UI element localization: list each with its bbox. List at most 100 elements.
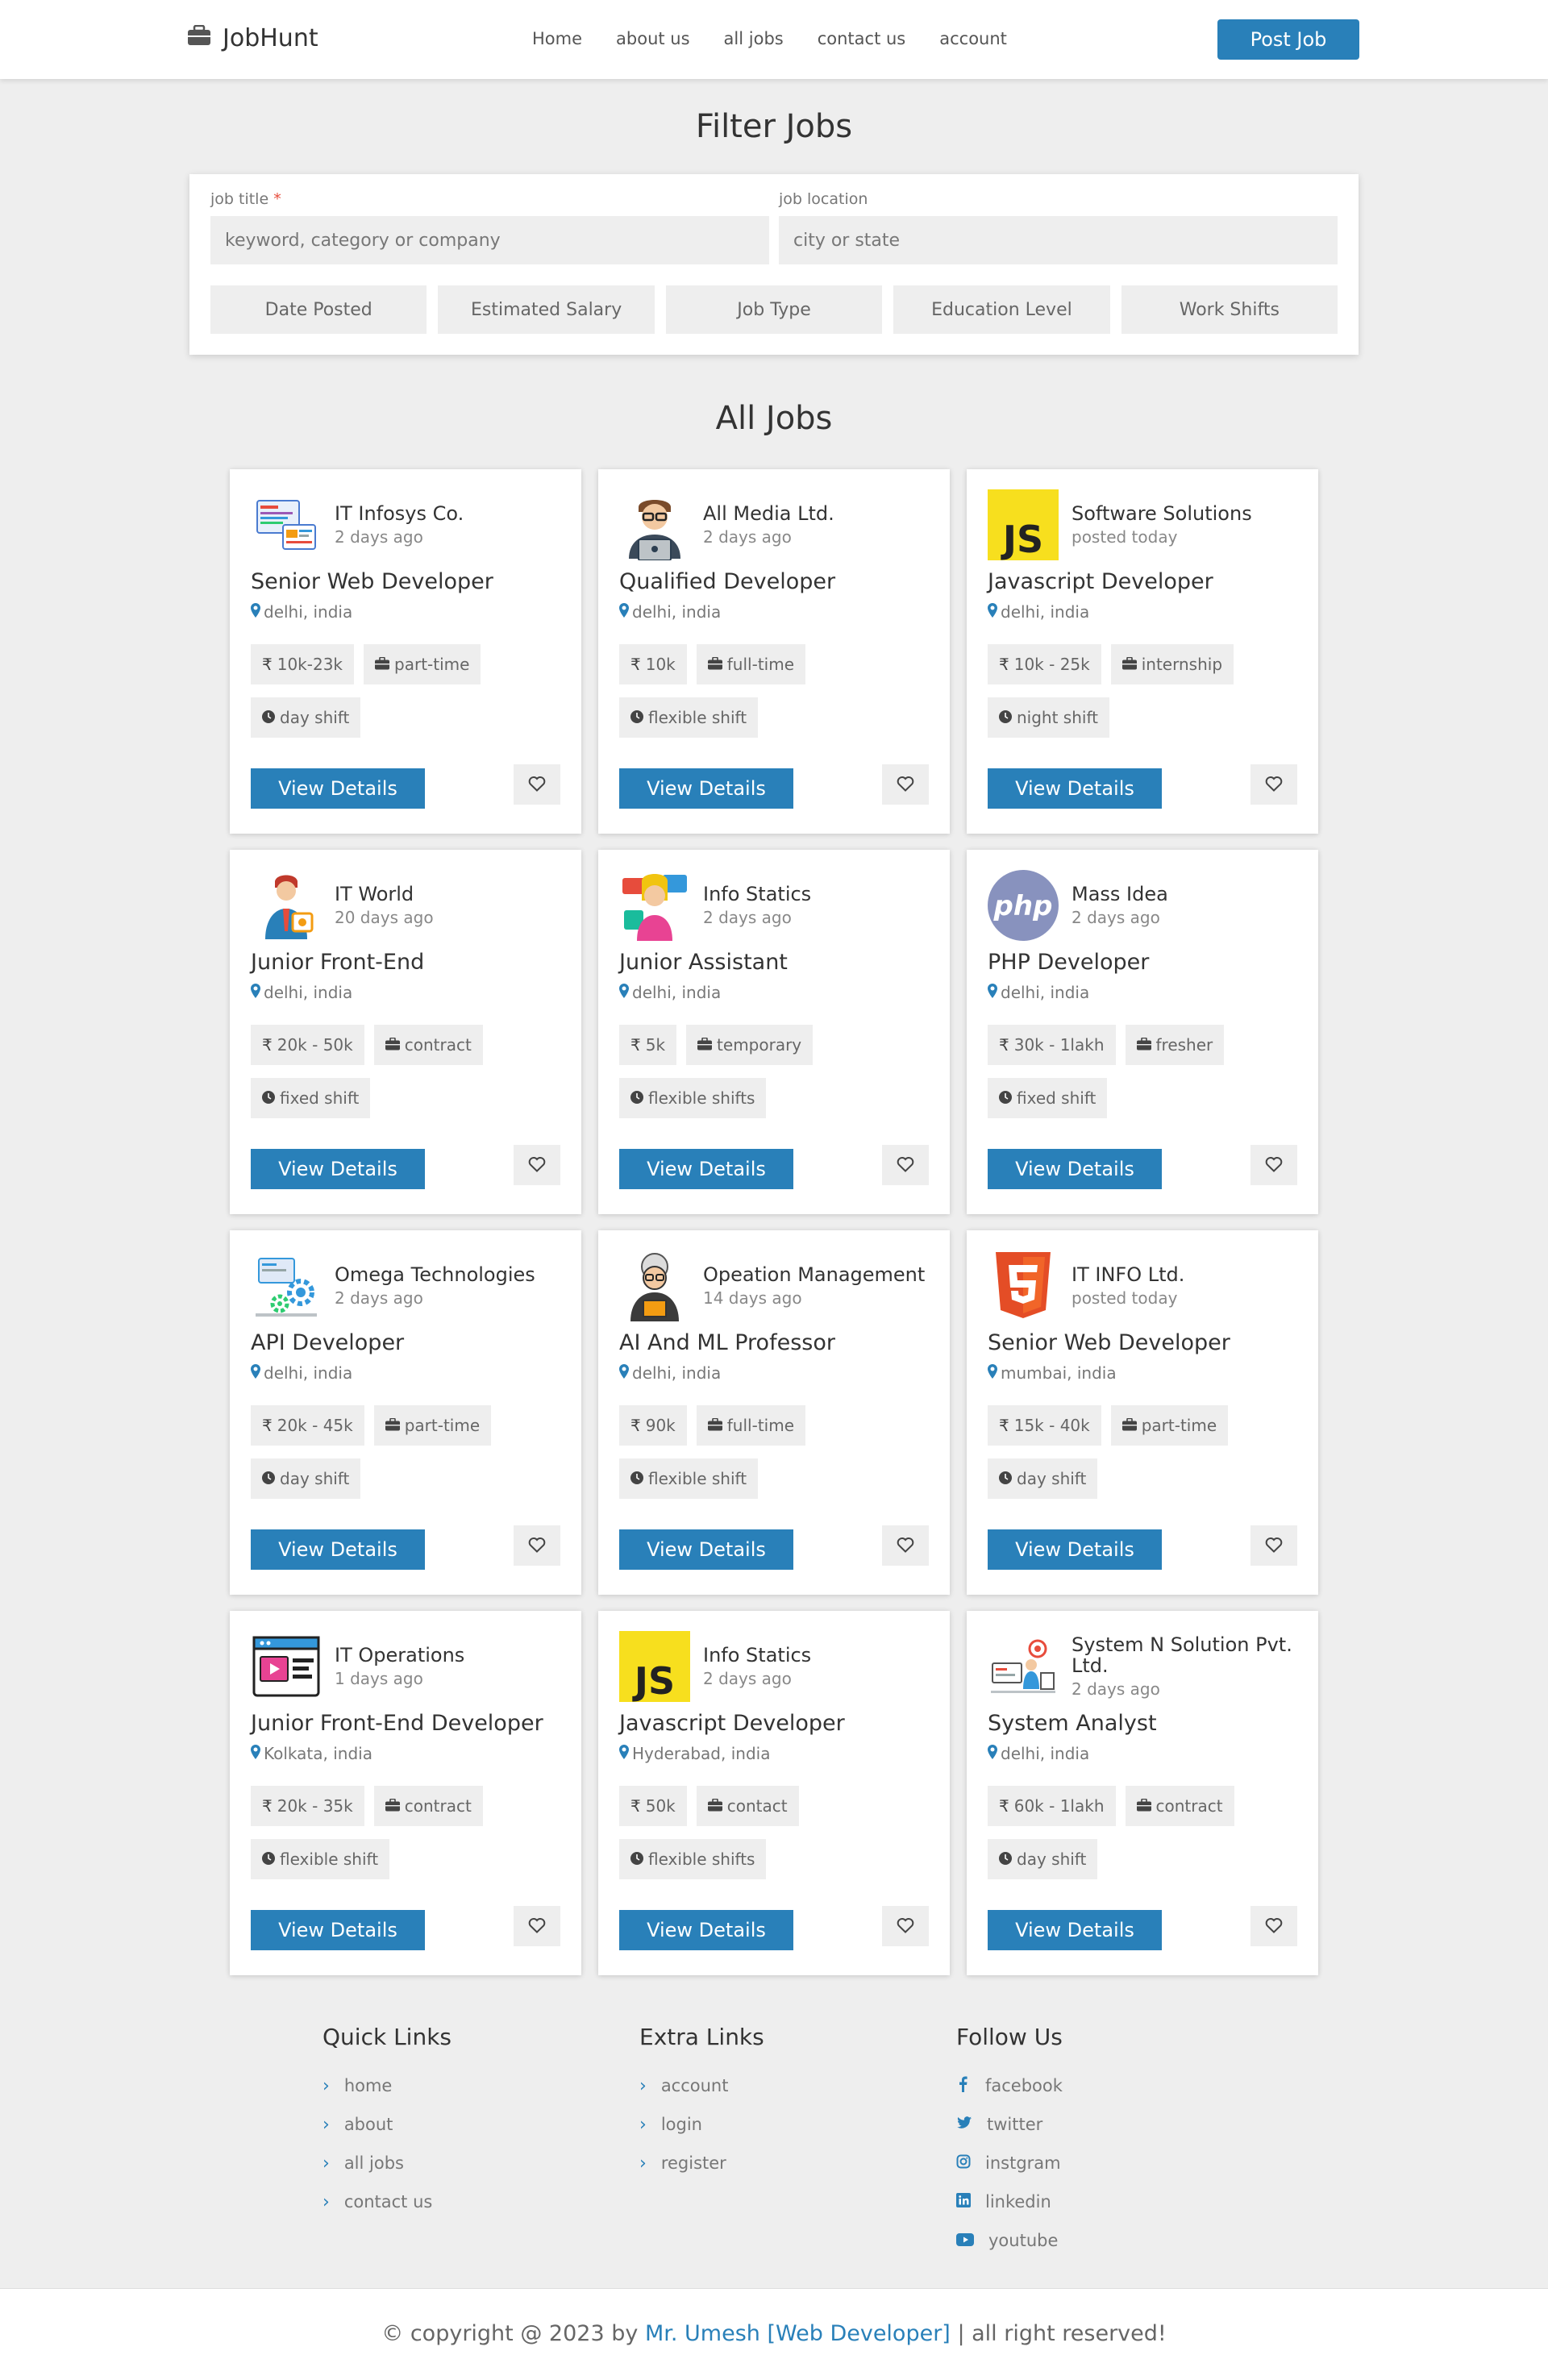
- footer-link-twitter[interactable]: twitter: [956, 2105, 1273, 2144]
- filter-date-posted[interactable]: Date Posted: [210, 285, 427, 334]
- view-details-button[interactable]: View Details: [619, 1529, 793, 1570]
- view-details-button[interactable]: View Details: [988, 1910, 1162, 1950]
- footer-follow-us: Follow Us facebook twitter instgram link…: [956, 2024, 1273, 2260]
- analyst-illustration-icon: [988, 1631, 1059, 1702]
- footer-link-register[interactable]: › register: [639, 2144, 956, 2182]
- save-job-button[interactable]: [882, 1906, 929, 1946]
- salary-tag: ₹15k - 40k: [988, 1405, 1101, 1446]
- save-job-button[interactable]: [882, 764, 929, 805]
- save-job-button[interactable]: [1250, 764, 1297, 805]
- footer-link-linkedin[interactable]: linkedin: [956, 2182, 1273, 2221]
- view-details-button[interactable]: View Details: [988, 768, 1162, 809]
- filter-job-type[interactable]: Job Type: [665, 285, 883, 334]
- job-tags: ₹5k temporary flexible shifts: [619, 1025, 893, 1118]
- site-logo[interactable]: JobHunt: [187, 24, 318, 52]
- job-type-tag: contract: [1125, 1786, 1234, 1826]
- view-details-button[interactable]: View Details: [251, 1149, 425, 1189]
- map-pin-icon: [251, 1744, 260, 1763]
- salary-tag: ₹10k-23k: [251, 644, 355, 684]
- filter-work-shifts[interactable]: Work Shifts: [1121, 285, 1338, 334]
- job-type-tag: fresher: [1125, 1025, 1225, 1065]
- shift-tag: day shift: [251, 697, 361, 738]
- nav-about[interactable]: about us: [616, 29, 690, 48]
- save-job-button[interactable]: [1250, 1906, 1297, 1946]
- view-details-button[interactable]: View Details: [619, 768, 793, 809]
- job-card-header: IT World 20 days ago: [251, 869, 560, 942]
- save-job-button[interactable]: [514, 764, 560, 805]
- job-tags: ₹15k - 40k part-time day shift: [988, 1405, 1262, 1499]
- footer-link-youtube[interactable]: youtube: [956, 2221, 1273, 2260]
- job-title: Senior Web Developer: [251, 569, 493, 594]
- posted-date: 2 days ago: [703, 1669, 792, 1689]
- programmer-avatar-icon: [619, 489, 690, 560]
- footer-link-facebook[interactable]: facebook: [956, 2066, 1273, 2105]
- save-job-button[interactable]: [882, 1145, 929, 1185]
- view-details-button[interactable]: View Details: [251, 1529, 425, 1570]
- jobs-grid: IT Infosys Co. 2 days ago Senior Web Devel…: [230, 469, 1318, 1975]
- nav-contact[interactable]: contact us: [818, 29, 906, 48]
- view-details-button[interactable]: View Details: [619, 1149, 793, 1189]
- view-details-button[interactable]: View Details: [251, 768, 425, 809]
- copyright-author-link[interactable]: Mr. Umesh [Web Developer]: [645, 2321, 951, 2346]
- view-details-button[interactable]: View Details: [619, 1910, 793, 1950]
- company-name: Info Statics: [703, 882, 812, 905]
- nav-account[interactable]: account: [939, 29, 1007, 48]
- footer-link-about[interactable]: › about: [322, 2105, 639, 2144]
- footer-link-all-jobs[interactable]: › all jobs: [322, 2144, 639, 2182]
- posted-date: 2 days ago: [1072, 908, 1160, 928]
- job-tags: ₹20k - 50k contract fixed shift: [251, 1025, 525, 1118]
- job-title: Junior Front-End: [251, 950, 425, 975]
- view-details-button[interactable]: View Details: [988, 1149, 1162, 1189]
- job-card: Info Statics 2 days ago Junior Assistant de…: [598, 850, 950, 1214]
- shift-tag: flexible shifts: [619, 1839, 767, 1879]
- salary-tag: ₹50k: [619, 1786, 687, 1826]
- job-type-tag: contact: [696, 1786, 799, 1826]
- html5-icon: [988, 1250, 1059, 1321]
- js-icon: JS: [988, 489, 1059, 560]
- job-location-input[interactable]: [779, 216, 1338, 264]
- rupee-icon: ₹: [630, 1416, 641, 1435]
- briefcase-icon: [385, 1035, 400, 1055]
- clock-icon: [999, 1469, 1012, 1488]
- shift-tag: flexible shift: [251, 1839, 390, 1879]
- save-job-button[interactable]: [514, 1525, 560, 1566]
- job-location: delhi, india: [988, 1744, 1297, 1763]
- save-job-button[interactable]: [514, 1145, 560, 1185]
- filter-panel: job title * job location Date Posted Est…: [189, 174, 1359, 355]
- rupee-icon: ₹: [999, 1796, 1009, 1816]
- save-job-button[interactable]: [1250, 1525, 1297, 1566]
- chevron-right-icon: ›: [639, 2075, 647, 2096]
- heart-icon: [528, 1156, 546, 1175]
- save-job-button[interactable]: [882, 1525, 929, 1566]
- nav-home[interactable]: Home: [532, 29, 582, 48]
- job-title: API Developer: [251, 1330, 405, 1355]
- save-job-button[interactable]: [514, 1906, 560, 1946]
- browser-window-icon: [251, 1631, 322, 1702]
- view-details-button[interactable]: View Details: [988, 1529, 1162, 1570]
- company-name: IT World: [335, 882, 414, 905]
- filter-estimated-salary[interactable]: Estimated Salary: [438, 285, 655, 334]
- view-details-button[interactable]: View Details: [251, 1910, 425, 1950]
- nav-all-jobs[interactable]: all jobs: [724, 29, 784, 48]
- job-title: Javascript Developer: [988, 569, 1213, 594]
- copyright-prefix: © copyright @ 2023 by: [381, 2321, 639, 2346]
- job-title: Junior Assistant: [619, 950, 788, 975]
- job-card-header: Opeation Management 14 days ago: [619, 1250, 929, 1322]
- clock-icon: [262, 1849, 275, 1869]
- footer-extra-links: Extra Links › account › login › register: [639, 2024, 956, 2260]
- rupee-icon: ₹: [999, 1035, 1009, 1055]
- save-job-button[interactable]: [1250, 1145, 1297, 1185]
- job-location-label: job location: [779, 190, 868, 208]
- filter-education-level[interactable]: Education Level: [893, 285, 1110, 334]
- job-card: IT Operations 1 days ago Junior Front-End …: [230, 1611, 581, 1975]
- footer-link-account[interactable]: › account: [639, 2066, 956, 2105]
- footer-link-instagram[interactable]: instgram: [956, 2144, 1273, 2182]
- post-job-button[interactable]: Post Job: [1217, 19, 1359, 60]
- job-card: JS Software Solutions posted today Javascri…: [967, 469, 1318, 834]
- footer-link-login[interactable]: › login: [639, 2105, 956, 2144]
- footer-link-home[interactable]: › home: [322, 2066, 639, 2105]
- map-pin-icon: [619, 1744, 629, 1763]
- job-title-input[interactable]: [210, 216, 769, 264]
- footer-link-contact[interactable]: › contact us: [322, 2182, 639, 2221]
- salary-tag: ₹60k - 1lakh: [988, 1786, 1116, 1826]
